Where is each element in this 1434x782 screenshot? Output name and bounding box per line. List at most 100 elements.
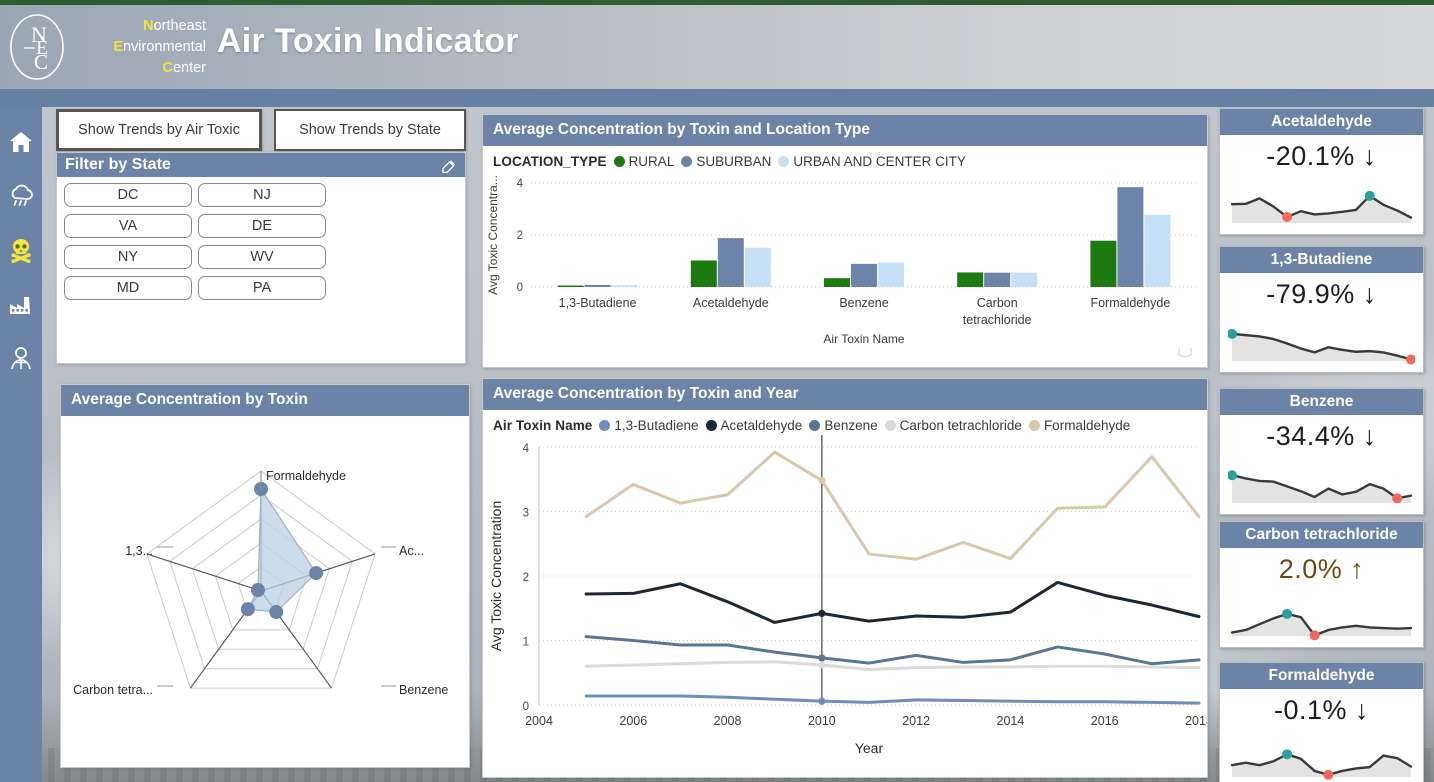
legend-label: URBAN AND CENTER CITY — [793, 154, 966, 169]
state-button[interactable]: NJ — [198, 183, 326, 207]
svg-text:4: 4 — [517, 178, 524, 190]
state-button[interactable]: WV — [198, 245, 326, 269]
state-button-grid: DC NJ VA DE NY WV MD PA — [57, 177, 465, 300]
kpi-title: 1,3-Butadiene — [1220, 247, 1423, 273]
svg-text:1,3-Butadiene: 1,3-Butadiene — [559, 296, 637, 310]
state-button[interactable]: NY — [64, 245, 192, 269]
show-trends-by-air-toxic-button[interactable]: Show Trends by Air Toxic — [56, 109, 262, 151]
state-button[interactable]: DC — [64, 183, 192, 207]
line-chart-title: Average Concentration by Toxin and Year — [483, 379, 1207, 410]
nec-logo: N E C — [8, 12, 66, 82]
legend-item-benzene[interactable]: Benzene — [809, 418, 877, 433]
line-chart-plot[interactable]: 0123420042006200820102012201420162018Yea… — [483, 433, 1207, 773]
line-chart-legend: Air Toxin Name 1,3-Butadiene Acetaldehyd… — [483, 410, 1207, 433]
svg-text:C: C — [34, 50, 48, 74]
sparkline-chart — [1228, 312, 1415, 366]
svg-text:2018: 2018 — [1185, 714, 1207, 728]
legend-item-suburban[interactable]: SUBURBAN — [681, 154, 771, 169]
kpi-card-acetaldehyde[interactable]: Acetaldehyde -20.1% ↓ — [1219, 108, 1424, 235]
line-legend-title: Air Toxin Name — [493, 418, 592, 433]
kpi-card-formaldehyde[interactable]: Formaldehyde -0.1% ↓ — [1219, 662, 1424, 782]
show-trends-by-state-button[interactable]: Show Trends by State — [274, 109, 466, 151]
svg-text:Avg Toxic Concentration: Avg Toxic Concentration — [488, 501, 504, 651]
sidebar-item-precipitation[interactable] — [0, 169, 42, 222]
kpi-value: -0.1% ↓ — [1220, 689, 1423, 728]
org-line-0-initial: N — [143, 18, 153, 34]
skull-crossbones-icon — [8, 237, 34, 263]
legend-item-acetaldehyde[interactable]: Acetaldehyde — [706, 418, 803, 433]
legend-item-urban[interactable]: URBAN AND CENTER CITY — [778, 154, 966, 169]
state-button[interactable]: VA — [64, 214, 192, 238]
svg-text:0: 0 — [523, 701, 529, 713]
sidebar-item-industry[interactable] — [0, 277, 42, 330]
rain-cloud-icon — [7, 183, 35, 209]
kpi-value: 2.0% ↑ — [1220, 548, 1423, 587]
kpi-sparkline — [1220, 728, 1423, 782]
sidebar-item-people[interactable] — [0, 331, 42, 384]
sidebar-item-air-toxics[interactable] — [0, 223, 42, 276]
sparkline-chart — [1228, 587, 1415, 641]
legend-label: Benzene — [824, 418, 877, 433]
svg-text:Acetaldehyde: Acetaldehyde — [693, 296, 769, 310]
legend-swatch — [681, 156, 692, 167]
kpi-title: Acetaldehyde — [1220, 109, 1423, 135]
svg-text:Benzene: Benzene — [839, 296, 888, 310]
header-under-bar — [0, 89, 1434, 107]
state-button[interactable]: DE — [198, 214, 326, 238]
legend-swatch — [885, 420, 896, 431]
legend-swatch — [614, 156, 625, 167]
person-icon — [8, 345, 34, 371]
svg-text:2008: 2008 — [714, 714, 742, 728]
svg-text:Benzene: Benzene — [399, 683, 448, 697]
kpi-card-butadiene[interactable]: 1,3-Butadiene -79.9% ↓ — [1219, 246, 1424, 373]
svg-text:3: 3 — [523, 508, 529, 520]
legend-item-carbontet[interactable]: Carbon tetrachloride — [885, 418, 1022, 433]
svg-text:Air Toxin Name: Air Toxin Name — [823, 332, 904, 346]
svg-text:2: 2 — [523, 572, 529, 584]
sidebar-item-home[interactable] — [0, 115, 42, 168]
legend-label: Formaldehyde — [1044, 418, 1130, 433]
toggle-0-label: Show Trends by Air Toxic — [78, 122, 240, 138]
state-filter-panel: Filter by State DC NJ VA DE NY WV MD PA — [56, 152, 466, 364]
svg-text:2014: 2014 — [997, 714, 1025, 728]
svg-text:Avg Toxic Concentra...: Avg Toxic Concentra... — [486, 175, 500, 295]
factory-icon — [7, 292, 35, 316]
legend-swatch — [599, 420, 610, 431]
org-line-1-initial: E — [113, 39, 123, 55]
radar-chart-plot[interactable]: FormaldehydeAc...BenzeneCarbon tetra...1… — [61, 416, 469, 768]
radar-chart-card: Average Concentration by Toxin Formaldeh… — [60, 384, 470, 768]
legend-swatch — [778, 156, 789, 167]
org-name: Northeast Environmental Center — [80, 16, 206, 79]
svg-text:Ac...: Ac... — [399, 544, 424, 558]
focus-mode-icon[interactable] — [1177, 345, 1193, 363]
kpi-title: Carbon tetrachloride — [1220, 522, 1423, 548]
svg-text:2010: 2010 — [808, 714, 836, 728]
eraser-icon[interactable] — [440, 156, 458, 179]
legend-swatch — [1029, 420, 1040, 431]
legend-item-rural[interactable]: RURAL — [614, 154, 675, 169]
svg-text:2016: 2016 — [1091, 714, 1119, 728]
kpi-card-benzene[interactable]: Benzene -34.4% ↓ — [1219, 388, 1424, 515]
radar-chart-title: Average Concentration by Toxin — [61, 385, 469, 416]
bar-chart-title: Average Concentration by Toxin and Locat… — [483, 115, 1207, 146]
legend-label: Carbon tetrachloride — [900, 418, 1022, 433]
kpi-title: Formaldehyde — [1220, 663, 1423, 689]
svg-text:tetrachloride: tetrachloride — [963, 313, 1032, 327]
bar-legend-title: LOCATION_TYPE — [493, 154, 607, 169]
svg-text:2006: 2006 — [619, 714, 647, 728]
svg-text:2: 2 — [517, 230, 523, 242]
state-button[interactable]: PA — [198, 276, 326, 300]
state-button[interactable]: MD — [64, 276, 192, 300]
legend-item-formaldehyde[interactable]: Formaldehyde — [1029, 418, 1130, 433]
legend-label: SUBURBAN — [696, 154, 771, 169]
kpi-sparkline — [1220, 174, 1423, 234]
legend-label: 1,3-Butadiene — [614, 418, 698, 433]
org-line-1-rest: nvironmental — [123, 39, 206, 55]
org-line-0-rest: ortheast — [154, 18, 206, 34]
svg-text:Formaldehyde: Formaldehyde — [1090, 296, 1170, 310]
legend-item-butadiene[interactable]: 1,3-Butadiene — [599, 418, 698, 433]
kpi-card-carbon-tetrachloride[interactable]: Carbon tetrachloride 2.0% ↑ — [1219, 521, 1424, 648]
bar-chart-card: Average Concentration by Toxin and Locat… — [482, 114, 1208, 368]
legend-label: Acetaldehyde — [721, 418, 803, 433]
bar-chart-plot[interactable]: 0241,3-ButadieneAcetaldehydeBenzeneCarbo… — [483, 169, 1207, 359]
